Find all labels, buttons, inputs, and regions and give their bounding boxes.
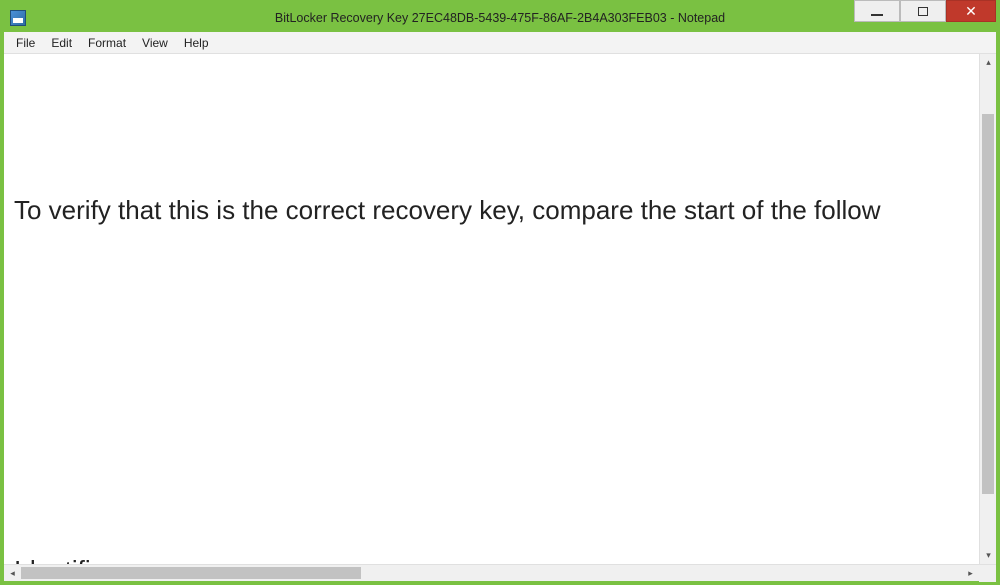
text-line-blank	[14, 360, 973, 420]
scroll-up-arrow-icon[interactable]: ▴	[980, 54, 996, 71]
vertical-scroll-thumb[interactable]	[982, 114, 994, 494]
notepad-icon	[10, 10, 26, 26]
horizontal-scroll-thumb[interactable]	[21, 567, 361, 579]
text-editor[interactable]: To verify that this is the correct recov…	[4, 54, 979, 564]
scroll-left-arrow-icon[interactable]: ◂	[4, 565, 21, 582]
content-area: To verify that this is the correct recov…	[4, 54, 996, 564]
scrollbar-corner	[979, 565, 996, 582]
minimize-button[interactable]	[854, 0, 900, 22]
close-button[interactable]: ✕	[946, 0, 996, 22]
horizontal-scroll-track[interactable]	[21, 565, 962, 581]
identifier-label: Identifier:	[14, 540, 973, 564]
menu-format[interactable]: Format	[80, 34, 134, 52]
menu-file[interactable]: File	[8, 34, 43, 52]
menu-edit[interactable]: Edit	[43, 34, 80, 52]
text-line: To verify that this is the correct recov…	[14, 180, 973, 240]
maximize-icon	[918, 7, 928, 16]
notepad-window: BitLocker Recovery Key 27EC48DB-5439-475…	[0, 0, 1000, 585]
scroll-down-arrow-icon[interactable]: ▾	[980, 547, 996, 564]
titlebar[interactable]: BitLocker Recovery Key 27EC48DB-5439-475…	[4, 4, 996, 32]
menu-view[interactable]: View	[134, 34, 176, 52]
minimize-icon	[871, 14, 883, 16]
vertical-scrollbar[interactable]: ▴ ▾	[979, 54, 996, 564]
close-icon: ✕	[965, 4, 977, 18]
scroll-right-arrow-icon[interactable]: ▸	[962, 565, 979, 582]
horizontal-scrollbar[interactable]: ◂ ▸	[4, 564, 996, 581]
window-title: BitLocker Recovery Key 27EC48DB-5439-475…	[4, 11, 996, 25]
maximize-button[interactable]	[900, 0, 946, 22]
window-controls: ✕	[854, 4, 996, 32]
menubar: File Edit Format View Help	[4, 32, 996, 54]
menu-help[interactable]: Help	[176, 34, 217, 52]
